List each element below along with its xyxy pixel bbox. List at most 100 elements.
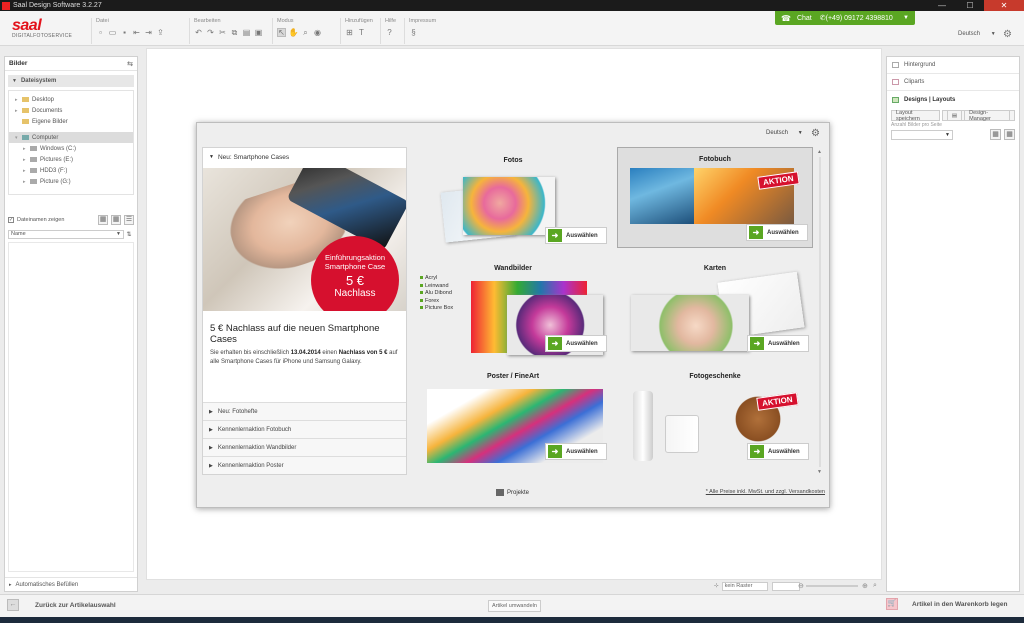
tree-item-drive-g[interactable]: ▸ Picture (G:) xyxy=(9,176,133,187)
crop-icon[interactable]: ▣ xyxy=(254,28,263,37)
accordion-label: Kennenlernaktion Wandbilder xyxy=(217,444,297,451)
tree-item-own-pictures[interactable]: Eigene Bilder xyxy=(9,116,133,127)
accordion-item-poster[interactable]: ▶ Kennenlernaktion Poster xyxy=(203,456,406,474)
upload-icon[interactable]: ⇪ xyxy=(156,28,165,37)
zoom-in-icon[interactable]: ⊕ xyxy=(862,582,868,590)
projects-label: Projekte xyxy=(507,489,530,496)
undo-icon[interactable]: ↶ xyxy=(194,28,203,37)
copy-icon[interactable]: ⧉ xyxy=(230,28,239,37)
import-icon[interactable]: ⇤ xyxy=(132,28,141,37)
images-per-page-select[interactable]: ▼ xyxy=(891,129,953,140)
export-icon[interactable]: ⇥ xyxy=(144,28,153,37)
scroll-track[interactable] xyxy=(818,157,821,467)
zoom-out-icon[interactable]: ⊖ xyxy=(798,582,804,590)
grid-small-view-icon[interactable]: ▦ xyxy=(111,215,121,225)
maximize-button[interactable]: ☐ xyxy=(956,0,984,11)
accordion-item-photo-booklets[interactable]: ▶ Neu: Fotohefte xyxy=(203,402,406,420)
product-cards[interactable]: Karten ➜ Auswählen xyxy=(617,257,813,358)
collapse-icon[interactable]: ▾ xyxy=(15,135,22,141)
add-text-icon[interactable]: T xyxy=(357,28,366,37)
select-wall-pictures-button[interactable]: ➜ Auswählen xyxy=(545,335,607,352)
prices-note-link[interactable]: * Alle Preise inkl. MwSt. und zzgl. Vers… xyxy=(706,489,825,495)
expand-icon[interactable]: ▸ xyxy=(15,97,22,103)
list-view-icon[interactable]: ▦ xyxy=(1004,129,1015,140)
select-photobook-button[interactable]: ➜ Auswählen xyxy=(746,224,808,241)
expand-icon[interactable]: ▸ xyxy=(23,157,30,163)
close-button[interactable]: ✕ xyxy=(984,0,1024,11)
filesystem-section[interactable]: ▼ Dateisystem xyxy=(8,75,134,87)
image-list[interactable] xyxy=(8,242,134,572)
open-file-icon[interactable]: ▭ xyxy=(108,28,117,37)
select-photo-gifts-button[interactable]: ➜ Auswählen xyxy=(747,443,809,460)
pointer-icon[interactable]: ↖ xyxy=(277,28,286,37)
tree-item-computer[interactable]: ▾ Computer xyxy=(9,132,133,143)
accordion-item-wall-pictures[interactable]: ▶ Kennenlernaktion Wandbilder xyxy=(203,438,406,456)
save-layout-button[interactable]: Layout speichern xyxy=(891,110,940,122)
raster-select[interactable]: kein Raster xyxy=(721,581,768,591)
auto-fill-button[interactable]: ▸ Automatisches Befüllen xyxy=(5,577,137,591)
settings-gear-icon[interactable]: ⚙ xyxy=(1003,29,1012,40)
help-icon[interactable]: ? xyxy=(385,28,394,37)
select-photos-button[interactable]: ➜ Auswählen xyxy=(545,227,607,244)
accordion-item-photobook[interactable]: ▶ Kennenlernaktion Fotobuch xyxy=(203,420,406,438)
new-file-icon[interactable]: ▫ xyxy=(96,28,105,37)
show-names-checkbox[interactable]: ✓ xyxy=(8,217,14,223)
fit-zoom-icon[interactable]: ⌕ xyxy=(873,582,877,590)
design-manager-button[interactable]: ▤ Design-Manager xyxy=(941,110,1015,122)
paste-icon[interactable]: ▤ xyxy=(242,28,251,37)
expand-icon[interactable]: ▸ xyxy=(23,146,30,152)
tree-item-desktop[interactable]: ▸ Desktop xyxy=(9,94,133,105)
save-icon[interactable]: ▪ xyxy=(120,28,129,37)
select-cards-button[interactable]: ➜ Auswählen xyxy=(747,335,809,352)
grid-large-view-icon[interactable]: ▦ xyxy=(98,215,108,225)
promo-panel: ▼ Neu: Smartphone Cases Einführungsaktio… xyxy=(202,147,407,475)
projects-button[interactable]: Projekte xyxy=(496,489,529,496)
product-wall-pictures[interactable]: Wandbilder Acryl Leinwand Alu Dibond For… xyxy=(415,257,611,358)
convert-article-button[interactable]: Artikel umwandeln xyxy=(488,600,541,612)
background-item[interactable]: Hintergrund xyxy=(887,57,1019,74)
chat-button[interactable]: ☎ Chat ✆ (+49) 09172 4398810 ▼ xyxy=(775,11,915,25)
expand-icon[interactable]: ▸ xyxy=(23,179,30,185)
product-photos[interactable]: Fotos ➜ Auswählen xyxy=(415,149,611,250)
zoom-select[interactable] xyxy=(772,581,800,591)
tree-item-drive-f[interactable]: ▸ HDD3 (F:) xyxy=(9,165,133,176)
hand-icon[interactable]: ✋ xyxy=(289,28,299,37)
scroll-down-icon[interactable]: ▼ xyxy=(817,469,822,475)
grid-view-icon[interactable]: ▦ xyxy=(990,129,1001,140)
dialog-settings-gear-icon[interactable]: ⚙ xyxy=(811,128,820,139)
zoom-slider[interactable] xyxy=(806,585,858,587)
product-photobook[interactable]: Fotobuch AKTION ➜ Auswählen xyxy=(617,147,813,248)
sort-select[interactable]: Name ▼ xyxy=(8,229,124,239)
select-poster-button[interactable]: ➜ Auswählen xyxy=(545,443,607,460)
tree-item-drive-e[interactable]: ▸ Pictures (E:) xyxy=(9,154,133,165)
zoom-icon[interactable]: ⌕ xyxy=(301,28,310,37)
language-select[interactable]: Deutsch ▼ xyxy=(958,31,996,37)
cliparts-item[interactable]: Cliparts xyxy=(887,74,1019,91)
tree-item-documents[interactable]: ▸ Documents xyxy=(9,105,133,116)
imprint-icon[interactable]: § xyxy=(409,28,418,37)
scroll-up-icon[interactable]: ▲ xyxy=(817,149,822,155)
product-photo-gifts[interactable]: Fotogeschenke AKTION ➜ Auswählen xyxy=(617,365,813,466)
drive-icon xyxy=(30,168,37,173)
cut-icon[interactable]: ✂ xyxy=(218,28,227,37)
tree-item-drive-c[interactable]: ▸ Windows (C:) xyxy=(9,143,133,154)
add-image-box-icon[interactable]: ⊞ xyxy=(345,28,354,37)
redo-icon[interactable]: ↷ xyxy=(206,28,215,37)
list-view-icon[interactable]: ☰ xyxy=(124,215,134,225)
dialog-scrollbar[interactable]: ▲ ▼ xyxy=(817,149,822,479)
add-to-cart-button[interactable]: 🛒 Artikel in den Warenkorb legen xyxy=(886,598,1007,610)
folder-tree: ▸ Desktop ▸ Documents Eigene Bilder ▾ Co… xyxy=(8,90,134,195)
promo-image: Einführungsaktion Smartphone Case 5 € Na… xyxy=(203,168,406,311)
expand-icon[interactable]: ▸ xyxy=(15,108,22,114)
refresh-icon[interactable]: ⇆ xyxy=(127,60,133,68)
sort-direction-icon[interactable]: ⇅ xyxy=(124,231,134,238)
expand-icon[interactable]: ▸ xyxy=(23,168,30,174)
designs-layouts-item[interactable]: Designs | Layouts xyxy=(887,91,1019,108)
dialog-language-select[interactable]: Deutsch ▼ xyxy=(766,130,803,136)
promo-accordion-header[interactable]: ▼ Neu: Smartphone Cases xyxy=(203,148,406,166)
back-to-articles-button[interactable]: ← Zurück zur Artikelauswahl xyxy=(7,599,116,611)
layouts-icon xyxy=(892,96,899,103)
product-poster[interactable]: Poster / FineArt ➜ Auswählen xyxy=(415,365,611,466)
minimize-button[interactable]: — xyxy=(928,0,956,11)
preview-icon[interactable]: ◉ xyxy=(313,28,322,37)
